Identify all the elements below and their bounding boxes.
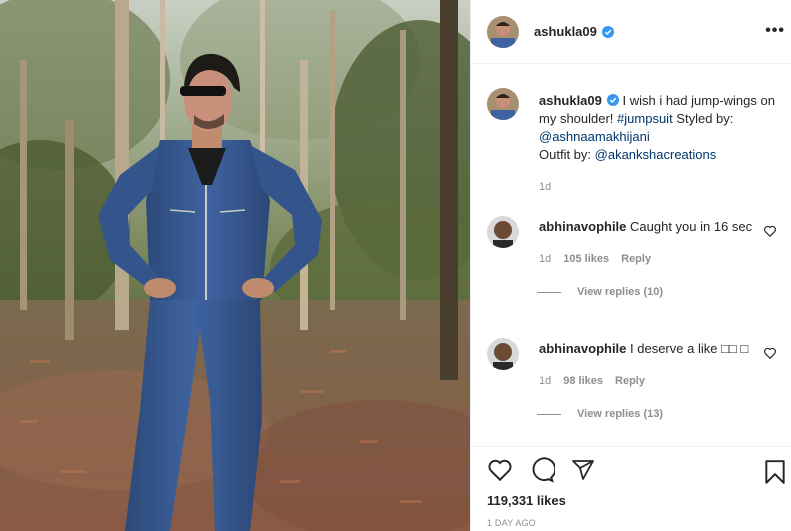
post-photo[interactable] — [0, 0, 470, 531]
commenter-avatar[interactable] — [487, 338, 519, 370]
caption-avatar[interactable] — [487, 88, 519, 120]
replies-line — [537, 291, 561, 293]
comment-body: Caught you in 16 sec — [626, 219, 753, 234]
avatar-image — [487, 88, 519, 120]
caption-block: ashukla09 I wish i had jump-wings on my … — [487, 88, 782, 196]
post-details-panel: ashukla09 ••• ashukla09 I wish i had jum… — [470, 0, 791, 531]
comment-icon[interactable] — [529, 457, 555, 483]
outfit-by-label: Outfit by: — [539, 147, 595, 162]
view-replies-label: View replies (13) — [577, 408, 664, 420]
author-avatar[interactable] — [487, 15, 519, 48]
comment-text: abhinavophile Caught you in 16 sec 1d 105… — [539, 218, 759, 268]
caption-timestamp[interactable]: 1d — [539, 181, 551, 193]
comment-time[interactable]: 1d — [539, 375, 551, 387]
comment-item: abhinavophile Caught you in 16 sec 1d 105… — [487, 216, 782, 298]
forest-scene-image — [0, 0, 470, 531]
more-options-icon[interactable]: ••• — [765, 22, 785, 40]
likes-count[interactable]: 119,331 likes — [487, 493, 791, 508]
replies-line — [537, 413, 561, 415]
comment-item: abhinavophile I deserve a like □□ □ 1d 98… — [487, 338, 782, 420]
view-replies-button[interactable]: View replies (10) — [537, 286, 782, 298]
post-header: ashukla09 ••• — [471, 0, 791, 64]
action-bar: 119,331 likes 1 DAY AGO — [471, 446, 791, 531]
outfit-mention[interactable]: @akankshacreations — [595, 147, 717, 162]
avatar-image — [487, 216, 519, 248]
comment-username[interactable]: abhinavophile — [539, 341, 626, 356]
comment-text: abhinavophile I deserve a like □□ □ 1d 98… — [539, 340, 759, 390]
comment-like-heart-icon[interactable] — [763, 224, 777, 238]
caption-time: 1d — [539, 178, 782, 196]
author-username[interactable]: ashukla09 — [534, 24, 597, 39]
view-replies-button[interactable]: View replies (13) — [537, 408, 782, 420]
share-icon[interactable] — [571, 458, 595, 482]
reply-button[interactable]: Reply — [621, 253, 651, 265]
reply-button[interactable]: Reply — [615, 375, 645, 387]
verified-badge-icon — [601, 25, 614, 38]
caption-text: ashukla09 I wish i had jump-wings on my … — [539, 92, 782, 196]
styled-by-label: Styled by: — [672, 111, 734, 126]
avatar-image — [487, 15, 519, 48]
avatar-image — [487, 338, 519, 370]
comment-time[interactable]: 1d — [539, 253, 551, 265]
commenter-avatar[interactable] — [487, 216, 519, 248]
comment-meta: 1d 98 likes Reply — [539, 372, 759, 390]
comment-username[interactable]: abhinavophile — [539, 219, 626, 234]
hashtag-link[interactable]: #jumpsuit — [617, 111, 673, 126]
caption-username[interactable]: ashukla09 — [539, 93, 602, 108]
action-icons — [471, 447, 791, 483]
posted-time[interactable]: 1 DAY AGO — [487, 518, 791, 528]
comment-body: I deserve a like □□ □ — [626, 341, 749, 356]
comment-meta: 1d 105 likes Reply — [539, 250, 759, 268]
heart-icon[interactable] — [487, 457, 513, 483]
stylist-mention[interactable]: @ashnaamakhijani — [539, 129, 650, 144]
comment-like-heart-icon[interactable] — [763, 346, 777, 360]
verified-badge-icon — [606, 94, 619, 106]
view-replies-label: View replies (10) — [577, 286, 664, 298]
bookmark-icon[interactable] — [762, 459, 788, 485]
comment-likes[interactable]: 98 likes — [563, 375, 603, 387]
comment-likes[interactable]: 105 likes — [563, 253, 609, 265]
